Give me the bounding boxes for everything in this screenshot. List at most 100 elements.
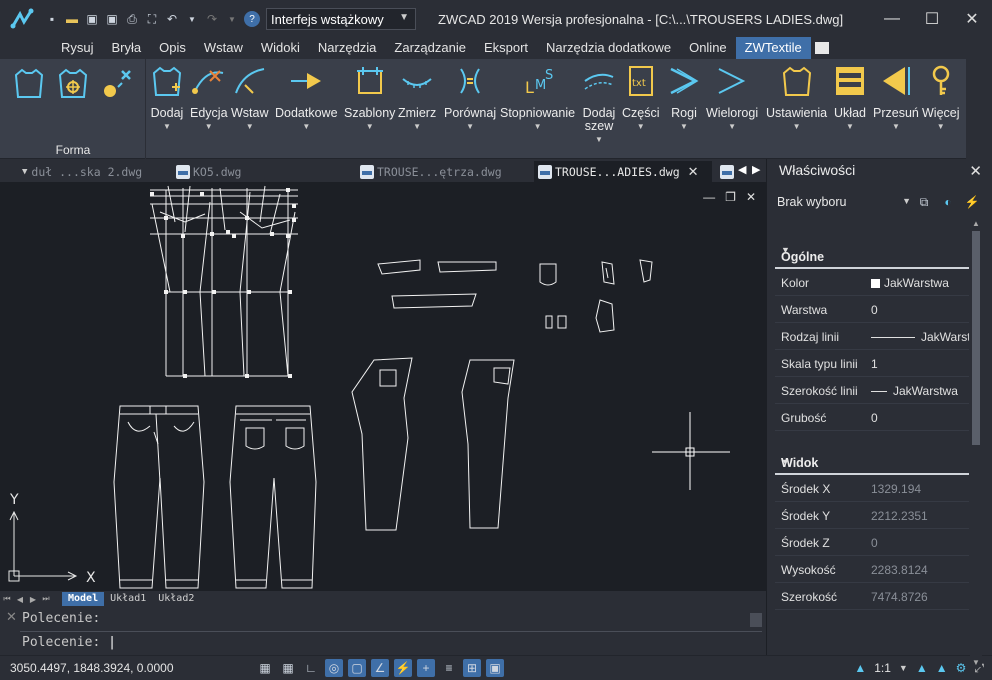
open-folder-icon[interactable]: ▬ <box>64 11 80 27</box>
first-layout-icon[interactable]: ⏮ <box>1 593 13 605</box>
prop-row[interactable]: Środek Z0 <box>775 529 969 556</box>
shirt-shape-icon[interactable] <box>14 67 44 102</box>
redo-dropdown-icon[interactable]: ▼ <box>224 11 240 27</box>
close-window-button[interactable]: ✕ <box>952 0 992 38</box>
lineweight-icon[interactable]: ≡ <box>440 659 458 677</box>
dynamic-input-icon[interactable]: + <box>417 659 435 677</box>
ribbon-button-porownaj[interactable]: Porównaj ▼ <box>444 63 496 131</box>
menu-widoki[interactable]: Widoki <box>252 37 309 59</box>
ribbon-button-dodaj[interactable]: Dodaj ▼ <box>149 63 185 131</box>
doc-tab-1[interactable]: ▼ duł ...ska 2.dwg <box>18 161 168 182</box>
menu-zarzadzanie[interactable]: Zarządzanie <box>385 37 475 59</box>
prop-row[interactable]: Grubość 0 <box>775 404 969 431</box>
undo-dropdown-icon[interactable]: ▼ <box>184 11 200 27</box>
quick-select-icon[interactable]: ⚡ <box>963 193 981 211</box>
section-general[interactable]: Ogólne ▼ <box>775 231 969 269</box>
doc-tab-2[interactable]: KO5.dwg <box>172 161 352 182</box>
prop-row[interactable]: Środek Y 2212.2351 <box>775 502 969 529</box>
ribbon-button-czesci[interactable]: txt Części ▼ <box>622 63 660 131</box>
polar-tracking-icon[interactable]: ◎ <box>325 659 343 677</box>
collapse-section-icon[interactable]: ▼ <box>781 245 961 255</box>
ribbon-button-edycja[interactable]: Edycja ▼ <box>190 63 228 131</box>
drawing-canvas[interactable]: — ❐ ✕ Y X <box>0 182 766 591</box>
workspace-select[interactable]: Interfejs wstążkowy ▼ <box>266 8 416 30</box>
prop-row[interactable]: Szerokość linii JakWarstwa <box>775 377 969 404</box>
shirt-target-icon[interactable] <box>58 67 88 102</box>
tab-scroll-right-icon[interactable]: ▶ <box>752 163 760 176</box>
points-icon[interactable] <box>100 65 136 104</box>
menu-rysuj[interactable]: Rysuj <box>52 37 103 59</box>
redo-icon[interactable]: ↷ <box>204 11 220 27</box>
annotation-visibility-icon[interactable]: ▲ <box>916 661 928 675</box>
menu-narzedzia-dodatkowe[interactable]: Narzędzia dodatkowe <box>537 37 680 59</box>
quick-properties-icon[interactable]: ⊞ <box>463 659 481 677</box>
scale-dropdown-icon[interactable]: ▼ <box>899 663 908 673</box>
ribbon-button-stopniowanie[interactable]: LMS Stopniowanie ▼ <box>500 63 575 131</box>
tab-uklad1[interactable]: Układ1 <box>104 592 152 606</box>
command-input[interactable]: Polecenie: | <box>22 635 116 650</box>
menu-online[interactable]: Online <box>680 37 736 59</box>
tab-model[interactable]: Model <box>62 592 105 606</box>
last-layout-icon[interactable]: ⏭ <box>40 593 52 605</box>
next-layout-icon[interactable]: ▶ <box>27 593 39 605</box>
prop-row[interactable]: Środek X 1329.194 <box>775 475 969 502</box>
menu-zwtextile[interactable]: ZWTextile <box>735 37 811 59</box>
ribbon-button-wstaw[interactable]: Wstaw ▼ <box>231 63 269 131</box>
grid-display-icon[interactable]: ▦ <box>279 659 297 677</box>
prop-row[interactable]: Wysokość 2283.8124 <box>775 556 969 583</box>
prop-row[interactable]: Warstwa 0 <box>775 296 969 323</box>
save-as-icon[interactable]: ▣ <box>104 11 120 27</box>
ribbon-button-rogi[interactable]: Rogi ▼ <box>666 63 702 131</box>
new-file-icon[interactable]: ▪ <box>44 11 60 27</box>
selection-select[interactable]: Brak wyboru ▼ <box>777 191 911 213</box>
auto-scale-icon[interactable]: ▲ <box>936 661 948 675</box>
ribbon-button-zmierz[interactable]: Zmierz ▼ <box>398 63 436 131</box>
select-objects-icon[interactable]: ◐ <box>939 193 957 211</box>
save-icon[interactable]: ▣ <box>84 11 100 27</box>
prev-layout-icon[interactable]: ◀ <box>14 593 26 605</box>
ribbon-button-ustawienia[interactable]: Ustawienia ▼ <box>766 63 827 131</box>
minimize-button[interactable]: — <box>872 0 912 38</box>
annotation-scale[interactable]: 1:1 <box>874 661 891 675</box>
doc-tab-more[interactable] <box>716 161 738 182</box>
tab-uklad2[interactable]: Układ2 <box>152 592 200 606</box>
menu-narzedzia[interactable]: Narzędzia <box>309 37 386 59</box>
menu-opis[interactable]: Opis <box>150 37 195 59</box>
doc-tab-4-active[interactable]: TROUSE...ADIES.dwg ✕ <box>534 161 712 182</box>
prop-row[interactable]: Skala typu linii 1 <box>775 350 969 377</box>
help-icon[interactable]: ? <box>244 11 260 27</box>
snap-grid-icon[interactable]: ▦ <box>256 659 274 677</box>
print-icon[interactable]: ⎙ <box>124 11 140 27</box>
ribbon-button-wiecej[interactable]: Więcej ▼ <box>922 63 960 131</box>
scroll-down-icon[interactable]: ▼ <box>972 658 980 667</box>
ribbon-button-uklad[interactable]: Układ ▼ <box>832 63 868 131</box>
scroll-thumb[interactable] <box>972 231 980 445</box>
ribbon-button-przesun[interactable]: Przesuń ▼ <box>873 63 919 131</box>
close-command-icon[interactable]: ✕ <box>6 609 17 625</box>
dynamic-ucs-icon[interactable]: ⚡ <box>394 659 412 677</box>
doc-tab-3[interactable]: TROUSE...ętrza.dwg <box>356 161 530 182</box>
close-properties-icon[interactable]: ✕ <box>969 162 982 180</box>
tab-scroll-left-icon[interactable]: ◀ <box>738 163 746 176</box>
prop-row[interactable]: Rodzaj linii JakWarst <box>775 323 969 350</box>
maximize-button[interactable]: ☐ <box>912 0 952 38</box>
selection-cycling-icon[interactable]: ▣ <box>486 659 504 677</box>
ribbon-button-wielorogi[interactable]: Wielorogi ▼ <box>706 63 758 131</box>
close-tab-icon[interactable]: ✕ <box>688 164 699 180</box>
object-snap-icon[interactable]: ▢ <box>348 659 366 677</box>
command-scrollbar[interactable] <box>750 613 762 627</box>
section-view[interactable]: Widok ▼ <box>775 451 969 475</box>
collapse-section-icon[interactable]: ▼ <box>781 457 961 467</box>
ribbon-button-dodatkowe[interactable]: Dodatkowe ▼ <box>275 63 338 131</box>
menu-eksport[interactable]: Eksport <box>475 37 537 59</box>
undo-icon[interactable]: ↶ <box>164 11 180 27</box>
ribbon-button-dodaj-szew[interactable]: Dodaj szew ▼ <box>579 63 619 144</box>
ribbon-collapse-icon[interactable] <box>814 42 829 54</box>
object-tracking-icon[interactable]: ∠ <box>371 659 389 677</box>
workspace-gear-icon[interactable]: ⚙ <box>956 661 967 675</box>
ribbon-button-szablony[interactable]: Szablony ▼ <box>344 63 395 131</box>
menu-bryla[interactable]: Bryła <box>103 37 151 59</box>
annotation-scale-icon[interactable]: ▲ <box>854 661 866 675</box>
properties-scrollbar[interactable]: ▲ ▼ <box>970 219 982 667</box>
toggle-pickadd-icon[interactable]: ⧉ <box>915 193 933 211</box>
